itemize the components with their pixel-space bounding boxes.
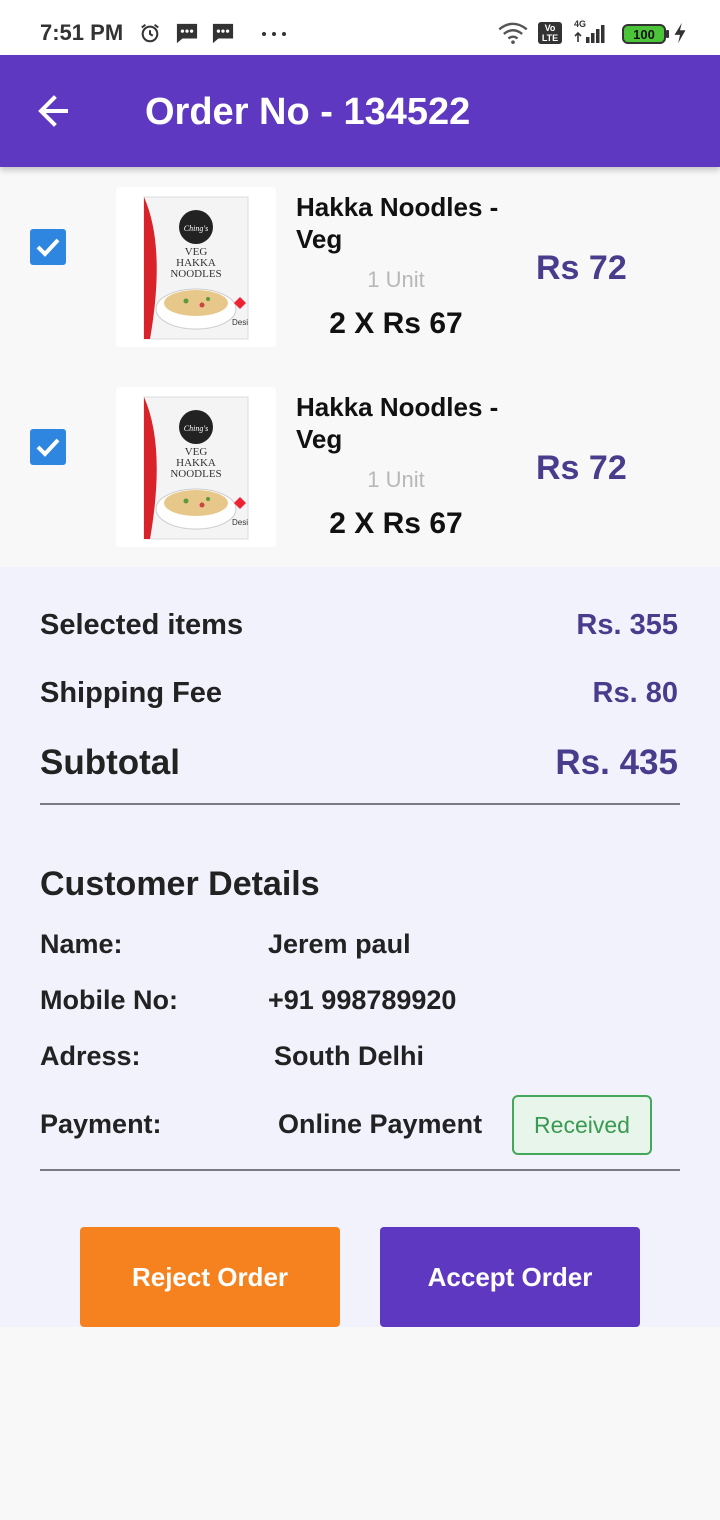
selected-items-label: Selected items — [40, 609, 244, 641]
item-quantity: 2 X Rs 67 — [329, 307, 463, 340]
list-item: Ching's VEG HAKKA NOODLES Desi Hakka Noo… — [0, 167, 720, 347]
noodles-pack-image: Ching's VEG HAKKA NOODLES Desi — [143, 196, 249, 340]
volte-icon: Vo LTE — [538, 22, 562, 44]
item-price: Rs 72 — [536, 449, 627, 487]
selected-items-value: Rs. 355 — [576, 609, 678, 641]
svg-text:Desi: Desi — [232, 318, 248, 327]
payment-value: Online Payment — [278, 1109, 483, 1139]
page-title: Order No - 134522 — [145, 91, 471, 133]
noodles-pack-image: Ching's VEG HAKKA NOODLES Desi — [143, 396, 249, 540]
status-bar: 7:51 PM Vo LTE 4G 100 — [0, 0, 720, 55]
accept-order-button[interactable]: Accept Order — [380, 1227, 640, 1327]
shipping-fee-label: Shipping Fee — [40, 677, 223, 709]
check-icon — [36, 238, 60, 257]
svg-text:Ching's: Ching's — [184, 424, 208, 433]
reject-order-label: Reject Order — [131, 1261, 289, 1292]
item-quantity: 2 X Rs 67 — [329, 507, 463, 540]
order-items-list: Ching's VEG HAKKA NOODLES Desi Hakka Noo… — [0, 167, 720, 567]
customer-details-title: Customer Details — [40, 865, 320, 903]
item-unit: 1 Unit — [367, 467, 425, 492]
wifi-icon — [498, 22, 528, 44]
divider — [40, 803, 680, 805]
name-value: Jerem paul — [268, 929, 411, 959]
accept-order-label: Accept Order — [427, 1261, 593, 1292]
charging-icon — [674, 22, 686, 44]
item-checkbox[interactable] — [30, 429, 66, 465]
shipping-fee-value: Rs. 80 — [592, 677, 678, 709]
reject-order-button[interactable]: Reject Order — [80, 1227, 340, 1327]
svg-text:NOODLES: NOODLES — [170, 468, 221, 480]
arrow-left-icon — [38, 95, 68, 127]
item-checkbox[interactable] — [30, 229, 66, 265]
status-time: 7:51 PM — [40, 20, 124, 45]
mobile-value: +91 998789920 — [268, 985, 457, 1015]
subtotal-label: Subtotal — [40, 743, 180, 782]
product-image: Ching's VEG HAKKA NOODLES Desi — [116, 387, 276, 547]
mobile-label: Mobile No: — [40, 985, 178, 1015]
battery-level: 100 — [633, 26, 655, 42]
app-bar: Order No - 134522 — [0, 55, 720, 167]
svg-text:NOODLES: NOODLES — [170, 268, 221, 280]
address-label: Adress: — [40, 1041, 141, 1071]
item-name: Hakka Noodles -Veg — [296, 192, 499, 254]
svg-text:Ching's: Ching's — [184, 224, 208, 233]
item-name: Hakka Noodles -Veg — [296, 392, 499, 454]
order-summary: Selected items Rs. 355 Shipping Fee Rs. … — [0, 567, 720, 1327]
message-icon — [212, 23, 234, 44]
svg-text:Desi: Desi — [232, 518, 248, 527]
name-label: Name: — [40, 929, 123, 959]
product-image: Ching's VEG HAKKA NOODLES Desi — [116, 187, 276, 347]
list-item: Ching's VEG HAKKA NOODLES Desi Hakka Noo… — [0, 367, 720, 547]
item-price: Rs 72 — [536, 249, 627, 287]
battery-icon: 100 — [622, 24, 666, 44]
subtotal-value: Rs. 435 — [555, 743, 678, 782]
more-icon — [262, 32, 286, 36]
signal-icon — [574, 25, 605, 43]
check-icon — [36, 438, 60, 457]
payment-label: Payment: — [40, 1109, 162, 1139]
alarm-icon — [141, 23, 159, 43]
volte-text: Vo LTE — [541, 23, 559, 43]
back-button[interactable] — [30, 89, 80, 133]
payment-status-badge: Received — [512, 1095, 652, 1155]
divider — [40, 1169, 680, 1171]
address-value: South Delhi — [274, 1041, 424, 1071]
item-unit: 1 Unit — [367, 267, 425, 292]
battery-tip — [666, 30, 669, 38]
message-icon — [176, 23, 198, 44]
